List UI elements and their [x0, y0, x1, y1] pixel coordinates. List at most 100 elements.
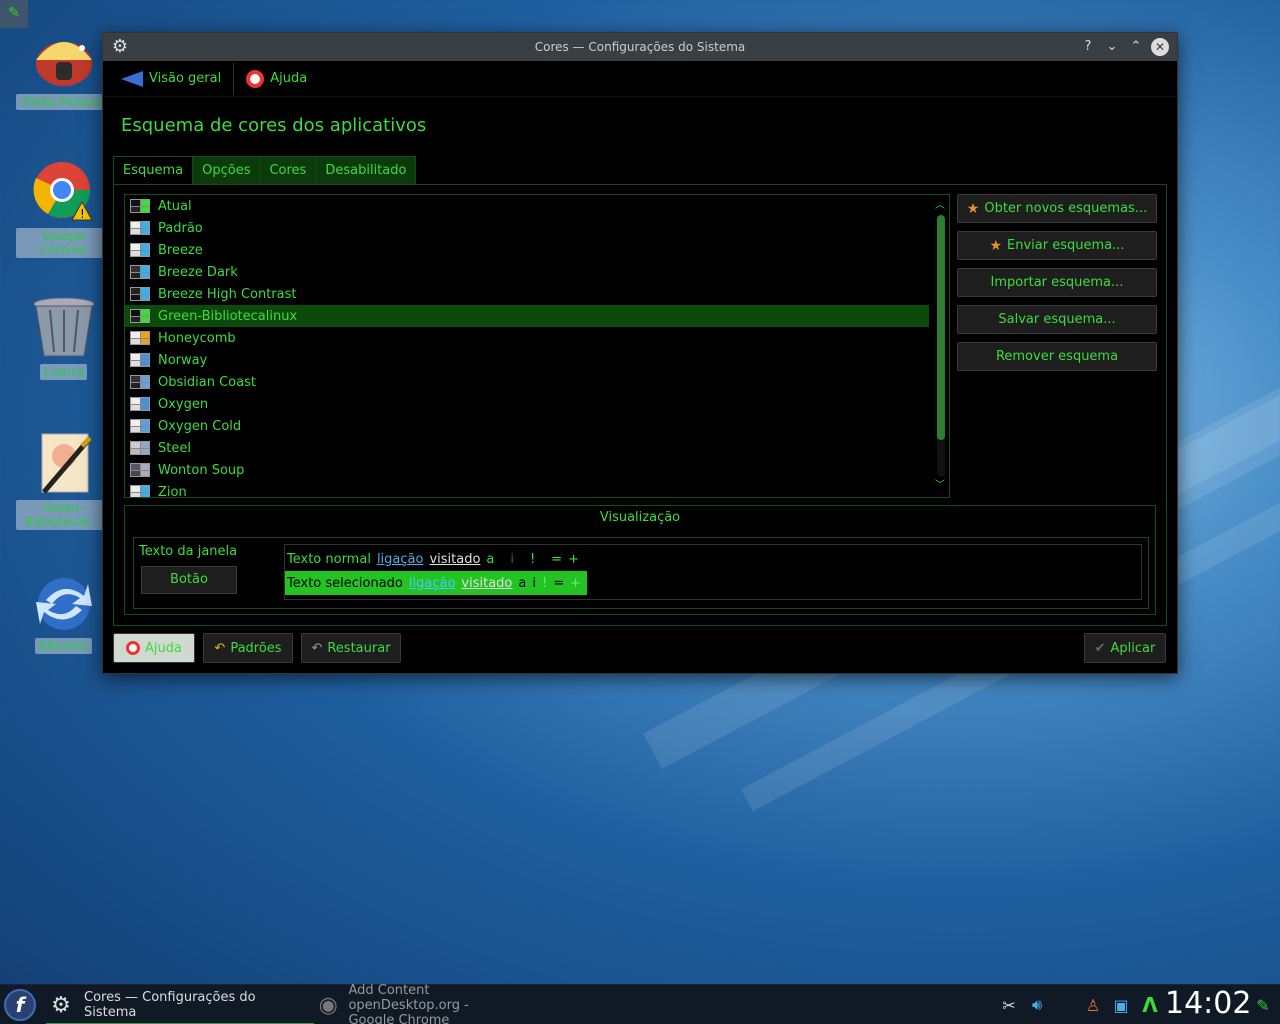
tab-scheme[interactable]: Esquema	[113, 156, 194, 184]
link-sample[interactable]: ligação	[377, 552, 424, 567]
maximize-chevron-icon[interactable]: ⌃	[1127, 38, 1145, 56]
ktorrent-icon	[32, 570, 96, 634]
desktop-icon-green-bibliotecalinux[interactable]: Green-Bibliotecali...	[16, 432, 111, 530]
get-new-schemes-label: Obter novos esquemas...	[984, 201, 1148, 216]
scheme-list-item[interactable]: Breeze High Contrast	[125, 283, 949, 305]
scheme-label: Oxygen	[158, 396, 209, 412]
window-text-sample: Texto da janela	[139, 544, 238, 559]
scheme-list-item[interactable]: Honeycomb	[125, 327, 949, 349]
help-toolbar-button[interactable]: Ajuda	[240, 63, 313, 95]
scheme-list-item[interactable]: Norway	[125, 349, 949, 371]
scissors-icon[interactable]: ✂	[998, 991, 1020, 1019]
preview-button-sample[interactable]: Botão	[141, 566, 237, 594]
window-toolbar: Visão geral Ajuda	[103, 61, 1177, 97]
defaults-button[interactable]: ↶ Padrões	[203, 633, 293, 663]
normal-text-row: Texto normal ligação visitado a i ! = +	[285, 547, 579, 571]
desktop-toolbox-icon[interactable]: ✎	[0, 0, 28, 28]
close-icon[interactable]: ✕	[1151, 38, 1169, 56]
tab-colors[interactable]: Cores	[259, 156, 317, 184]
scroll-down-icon[interactable]: ﹀	[935, 479, 945, 493]
task-google-chrome[interactable]: ◉ Add Content openDesktop.org - Google C…	[316, 983, 516, 1024]
task-system-settings[interactable]: ⚙ Cores — Configurações do Sistema	[46, 987, 314, 1024]
desktop-icon-chrome[interactable]: ! Google Chrome	[16, 160, 111, 258]
desktop-icon-trash[interactable]: Lixeira	[16, 296, 111, 380]
color-swatch-icon	[130, 287, 150, 301]
scheme-actions: ★ Obter novos esquemas... ★ Enviar esque…	[957, 194, 1157, 379]
help-button-label: Ajuda	[145, 640, 182, 656]
normal-text-sample: Texto normal	[287, 551, 371, 567]
panel-toolbox-icon[interactable]: ✎	[1252, 991, 1274, 1019]
import-scheme-button[interactable]: Importar esquema...	[957, 268, 1157, 297]
scheme-label: Breeze Dark	[158, 264, 238, 280]
apply-button[interactable]: ✔ Aplicar	[1084, 633, 1166, 663]
overview-button[interactable]: Visão geral	[115, 63, 227, 95]
star-icon: ★	[989, 237, 1003, 254]
selected-equals-sample: =	[553, 575, 565, 591]
device-notifier-icon[interactable]: ▣	[1110, 991, 1132, 1019]
remove-scheme-button[interactable]: Remover esquema	[957, 342, 1157, 371]
get-new-schemes-button[interactable]: ★ Obter novos esquemas...	[957, 194, 1157, 223]
scheme-list-item[interactable]: Oxygen	[125, 393, 949, 415]
scheme-label: Wonton Soup	[158, 462, 245, 478]
scheme-label: Norway	[158, 352, 208, 368]
scheme-list-item[interactable]: Padrão	[125, 217, 949, 239]
scrollbar-thumb[interactable]	[937, 215, 945, 440]
selected-plus-sample: +	[570, 575, 581, 591]
tab-options[interactable]: Opções	[192, 156, 261, 184]
send-scheme-button[interactable]: ★ Enviar esquema...	[957, 231, 1157, 260]
clock[interactable]: 14:02	[1165, 986, 1251, 1021]
settings-gear-icon: ⚙	[51, 992, 71, 1018]
chrome-icon: ◉	[318, 992, 338, 1018]
scheme-list-item[interactable]: Steel	[125, 437, 949, 459]
svg-text:!: !	[80, 207, 85, 221]
window-titlebar[interactable]: ⚙ Cores — Configurações do Sistema ? ⌄ ⌃…	[103, 33, 1177, 61]
page-title: Esquema de cores dos aplicativos	[121, 115, 427, 136]
desktop-icon-ktorrent[interactable]: KTorrent	[16, 570, 111, 654]
defaults-button-label: Padrões	[230, 640, 282, 656]
tab-disabled[interactable]: Desabilitado	[315, 156, 417, 184]
selected-text-sample: Texto selecionado	[287, 575, 403, 591]
dialog-buttons: Ajuda ↶ Padrões ↶ Restaurar ✔ Aplicar	[113, 633, 1167, 663]
scheme-list-item[interactable]: Atual	[125, 195, 949, 217]
scheme-list-item[interactable]: Green-Bibliotecalinux	[125, 305, 929, 327]
help-button[interactable]: Ajuda	[113, 633, 195, 663]
reset-arrow-icon: ↶	[311, 640, 323, 656]
toolbar-divider	[233, 62, 235, 95]
scheme-label: Breeze High Contrast	[158, 286, 297, 302]
scheme-label: Oxygen Cold	[158, 418, 242, 434]
visited-sample[interactable]: visitado	[429, 552, 480, 567]
preview-group: Visualização Texto da janela Botão Texto…	[124, 505, 1156, 615]
reset-button[interactable]: ↶ Restaurar	[301, 633, 401, 663]
scheme-list-scrollbar[interactable]: ︿ ﹀	[935, 199, 945, 493]
lifebuoy-icon	[126, 641, 141, 655]
preview-title: Visualização	[599, 510, 681, 525]
selected-letter-a-sample: a	[518, 575, 527, 591]
fedora-launcher-icon[interactable]: f	[4, 989, 36, 1021]
scheme-list-item[interactable]: Obsidian Coast	[125, 371, 949, 393]
scheme-list[interactable]: Atual Padrão Breeze Breeze Dark Breeze High …	[124, 194, 950, 498]
scheme-list-item[interactable]: Breeze	[125, 239, 949, 261]
desktop-icon-label: Google Chrome	[16, 228, 111, 258]
selected-link-sample[interactable]: ligação	[409, 576, 456, 591]
scheme-list-item[interactable]: Breeze Dark	[125, 261, 949, 283]
minimize-chevron-icon[interactable]: ⌄	[1103, 38, 1121, 56]
overview-label: Visão geral	[149, 71, 222, 86]
window-title: Cores — Configurações do Sistema	[534, 40, 746, 54]
save-scheme-button[interactable]: Salvar esquema...	[957, 305, 1157, 334]
excl-sample: !	[530, 551, 536, 567]
scheme-label: Atual	[158, 198, 192, 214]
scheme-list-item[interactable]: Zion	[125, 481, 949, 497]
color-swatch-icon	[130, 199, 150, 213]
scheme-list-item[interactable]: Wonton Soup	[125, 459, 949, 481]
scheme-list-item[interactable]: Oxygen Cold	[125, 415, 949, 437]
chrome-icon: !	[32, 160, 96, 224]
updates-icon[interactable]: Λ	[1138, 991, 1162, 1019]
undo-arrow-icon: ↶	[214, 640, 226, 656]
scroll-up-icon[interactable]: ︿	[935, 199, 945, 213]
selected-visited-sample[interactable]: visitado	[461, 576, 512, 591]
help-question-icon[interactable]: ?	[1079, 38, 1097, 56]
scheme-label: Honeycomb	[158, 330, 236, 346]
desktop-icon-home[interactable]: Pasta Pessoal	[16, 26, 111, 110]
user-status-icon[interactable]: ♙	[1084, 991, 1102, 1019]
volume-icon[interactable]: 🔊︎	[1026, 991, 1048, 1019]
